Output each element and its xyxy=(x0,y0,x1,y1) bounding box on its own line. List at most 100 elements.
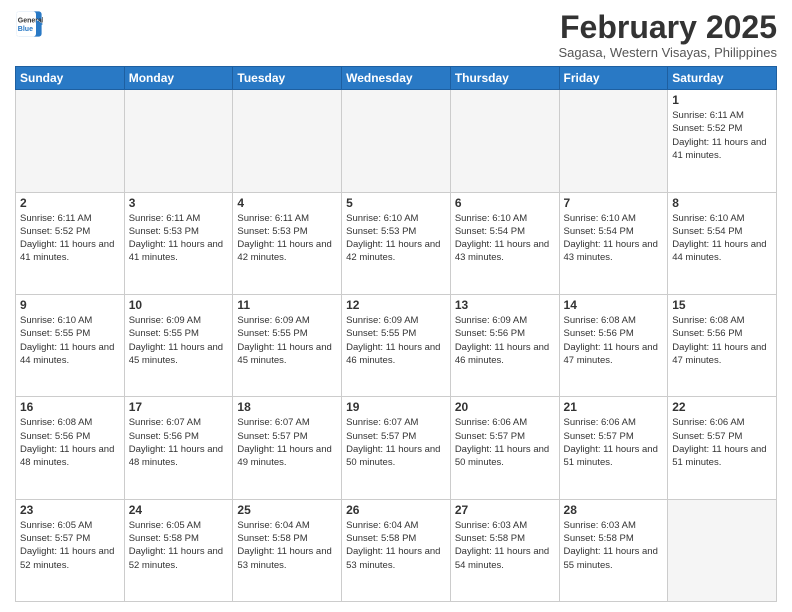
day-info: Sunrise: 6:03 AM Sunset: 5:58 PM Dayligh… xyxy=(455,519,555,572)
calendar-cell: 15Sunrise: 6:08 AM Sunset: 5:56 PM Dayli… xyxy=(668,294,777,396)
day-info: Sunrise: 6:09 AM Sunset: 5:56 PM Dayligh… xyxy=(455,314,555,367)
calendar-week-0: 1Sunrise: 6:11 AM Sunset: 5:52 PM Daylig… xyxy=(16,90,777,192)
calendar-cell: 25 Sunrise: 6:04 AM Sunset: 5:58 PM Dayli… xyxy=(233,499,342,601)
day-info: Sunrise: 6:09 AM Sunset: 5:55 PM Dayligh… xyxy=(346,314,446,367)
day-number: 22 xyxy=(672,400,772,414)
logo: General Blue xyxy=(15,10,43,38)
day-info: Sunrise: 6:06 AM Sunset: 5:57 PM Dayligh… xyxy=(672,416,772,469)
day-number: 4 xyxy=(237,196,337,210)
logo-icon: General Blue xyxy=(15,10,43,38)
calendar-cell xyxy=(668,499,777,601)
calendar-table: SundayMondayTuesdayWednesdayThursdayFrid… xyxy=(15,66,777,602)
calendar-cell: 12 Sunrise: 6:09 AM Sunset: 5:55 PM Dayli… xyxy=(342,294,451,396)
calendar-header-sunday: Sunday xyxy=(16,67,125,90)
day-info: Sunrise: 6:08 AM Sunset: 5:56 PM Dayligh… xyxy=(20,416,120,469)
day-number: 19 xyxy=(346,400,446,414)
calendar-cell: 24 Sunrise: 6:05 AM Sunset: 5:58 PM Dayli… xyxy=(124,499,233,601)
calendar-cell: 19 Sunrise: 6:07 AM Sunset: 5:57 PM Dayli… xyxy=(342,397,451,499)
day-info: Sunrise: 6:03 AM Sunset: 5:58 PM Dayligh… xyxy=(564,519,664,572)
calendar-cell xyxy=(124,90,233,192)
calendar-header-monday: Monday xyxy=(124,67,233,90)
calendar-cell: 9 Sunrise: 6:10 AM Sunset: 5:55 PM Daylig… xyxy=(16,294,125,396)
day-number: 28 xyxy=(564,503,664,517)
calendar-cell: 14 Sunrise: 6:08 AM Sunset: 5:56 PM Dayli… xyxy=(559,294,668,396)
day-number: 20 xyxy=(455,400,555,414)
calendar-cell: 26 Sunrise: 6:04 AM Sunset: 5:58 PM Dayli… xyxy=(342,499,451,601)
day-number: 8 xyxy=(672,196,772,210)
day-info: Sunrise: 6:11 AM Sunset: 5:53 PM Dayligh… xyxy=(237,212,337,265)
calendar-cell: 2 Sunrise: 6:11 AM Sunset: 5:52 PM Daylig… xyxy=(16,192,125,294)
day-number: 24 xyxy=(129,503,229,517)
title-block: February 2025 Sagasa, Western Visayas, P… xyxy=(559,10,777,60)
calendar-week-4: 23 Sunrise: 6:05 AM Sunset: 5:57 PM Dayli… xyxy=(16,499,777,601)
day-number: 10 xyxy=(129,298,229,312)
day-number: 26 xyxy=(346,503,446,517)
calendar-cell: 20 Sunrise: 6:06 AM Sunset: 5:57 PM Dayli… xyxy=(450,397,559,499)
day-info: Sunrise: 6:09 AM Sunset: 5:55 PM Dayligh… xyxy=(129,314,229,367)
calendar-cell: 27 Sunrise: 6:03 AM Sunset: 5:58 PM Dayli… xyxy=(450,499,559,601)
page: General Blue February 2025 Sagasa, Weste… xyxy=(0,0,792,612)
day-info: Sunrise: 6:07 AM Sunset: 5:56 PM Dayligh… xyxy=(129,416,229,469)
calendar-cell: 13 Sunrise: 6:09 AM Sunset: 5:56 PM Dayli… xyxy=(450,294,559,396)
day-number: 6 xyxy=(455,196,555,210)
location-subtitle: Sagasa, Western Visayas, Philippines xyxy=(559,45,777,60)
calendar-cell xyxy=(559,90,668,192)
day-number: 18 xyxy=(237,400,337,414)
calendar-cell: 28 Sunrise: 6:03 AM Sunset: 5:58 PM Dayli… xyxy=(559,499,668,601)
day-info: Sunrise: 6:07 AM Sunset: 5:57 PM Dayligh… xyxy=(346,416,446,469)
day-info: Sunrise: 6:04 AM Sunset: 5:58 PM Dayligh… xyxy=(346,519,446,572)
calendar-cell: 6 Sunrise: 6:10 AM Sunset: 5:54 PM Daylig… xyxy=(450,192,559,294)
calendar-header-friday: Friday xyxy=(559,67,668,90)
calendar-cell: 16 Sunrise: 6:08 AM Sunset: 5:56 PM Dayli… xyxy=(16,397,125,499)
day-number: 7 xyxy=(564,196,664,210)
day-number: 17 xyxy=(129,400,229,414)
calendar-cell: 22 Sunrise: 6:06 AM Sunset: 5:57 PM Dayli… xyxy=(668,397,777,499)
day-info: Sunrise: 6:07 AM Sunset: 5:57 PM Dayligh… xyxy=(237,416,337,469)
day-number: 12 xyxy=(346,298,446,312)
day-number: 3 xyxy=(129,196,229,210)
day-info: Sunrise: 6:10 AM Sunset: 5:53 PM Dayligh… xyxy=(346,212,446,265)
day-info: Sunrise: 6:05 AM Sunset: 5:57 PM Dayligh… xyxy=(20,519,120,572)
calendar-cell: 17 Sunrise: 6:07 AM Sunset: 5:56 PM Dayli… xyxy=(124,397,233,499)
calendar-header-saturday: Saturday xyxy=(668,67,777,90)
day-info: Sunrise: 6:10 AM Sunset: 5:55 PM Dayligh… xyxy=(20,314,120,367)
day-info: Sunrise: 6:10 AM Sunset: 5:54 PM Dayligh… xyxy=(672,212,772,265)
day-number: 15 xyxy=(672,298,772,312)
day-info: Sunrise: 6:10 AM Sunset: 5:54 PM Dayligh… xyxy=(564,212,664,265)
calendar-cell: 8 Sunrise: 6:10 AM Sunset: 5:54 PM Daylig… xyxy=(668,192,777,294)
day-info: Sunrise: 6:05 AM Sunset: 5:58 PM Dayligh… xyxy=(129,519,229,572)
day-info: Sunrise: 6:11 AM Sunset: 5:52 PM Dayligh… xyxy=(672,109,772,162)
day-number: 2 xyxy=(20,196,120,210)
calendar-cell: 7 Sunrise: 6:10 AM Sunset: 5:54 PM Daylig… xyxy=(559,192,668,294)
calendar-cell: 1Sunrise: 6:11 AM Sunset: 5:52 PM Daylig… xyxy=(668,90,777,192)
day-number: 14 xyxy=(564,298,664,312)
calendar-cell: 4 Sunrise: 6:11 AM Sunset: 5:53 PM Daylig… xyxy=(233,192,342,294)
day-number: 9 xyxy=(20,298,120,312)
calendar-header-wednesday: Wednesday xyxy=(342,67,451,90)
svg-text:Blue: Blue xyxy=(18,26,33,33)
calendar-header-row: SundayMondayTuesdayWednesdayThursdayFrid… xyxy=(16,67,777,90)
day-number: 13 xyxy=(455,298,555,312)
calendar-cell: 23 Sunrise: 6:05 AM Sunset: 5:57 PM Dayli… xyxy=(16,499,125,601)
day-number: 16 xyxy=(20,400,120,414)
day-info: Sunrise: 6:10 AM Sunset: 5:54 PM Dayligh… xyxy=(455,212,555,265)
day-info: Sunrise: 6:08 AM Sunset: 5:56 PM Dayligh… xyxy=(564,314,664,367)
day-info: Sunrise: 6:06 AM Sunset: 5:57 PM Dayligh… xyxy=(455,416,555,469)
day-info: Sunrise: 6:04 AM Sunset: 5:58 PM Dayligh… xyxy=(237,519,337,572)
day-number: 21 xyxy=(564,400,664,414)
day-number: 27 xyxy=(455,503,555,517)
calendar-cell xyxy=(233,90,342,192)
day-info: Sunrise: 6:11 AM Sunset: 5:52 PM Dayligh… xyxy=(20,212,120,265)
day-number: 23 xyxy=(20,503,120,517)
calendar-cell: 21Sunrise: 6:06 AM Sunset: 5:57 PM Dayli… xyxy=(559,397,668,499)
calendar-week-1: 2 Sunrise: 6:11 AM Sunset: 5:52 PM Daylig… xyxy=(16,192,777,294)
calendar-cell xyxy=(450,90,559,192)
day-number: 25 xyxy=(237,503,337,517)
month-title: February 2025 xyxy=(559,10,777,45)
calendar-cell xyxy=(16,90,125,192)
calendar-cell: 11Sunrise: 6:09 AM Sunset: 5:55 PM Dayli… xyxy=(233,294,342,396)
calendar-header-thursday: Thursday xyxy=(450,67,559,90)
calendar-week-3: 16 Sunrise: 6:08 AM Sunset: 5:56 PM Dayli… xyxy=(16,397,777,499)
day-info: Sunrise: 6:11 AM Sunset: 5:53 PM Dayligh… xyxy=(129,212,229,265)
calendar-week-2: 9 Sunrise: 6:10 AM Sunset: 5:55 PM Daylig… xyxy=(16,294,777,396)
